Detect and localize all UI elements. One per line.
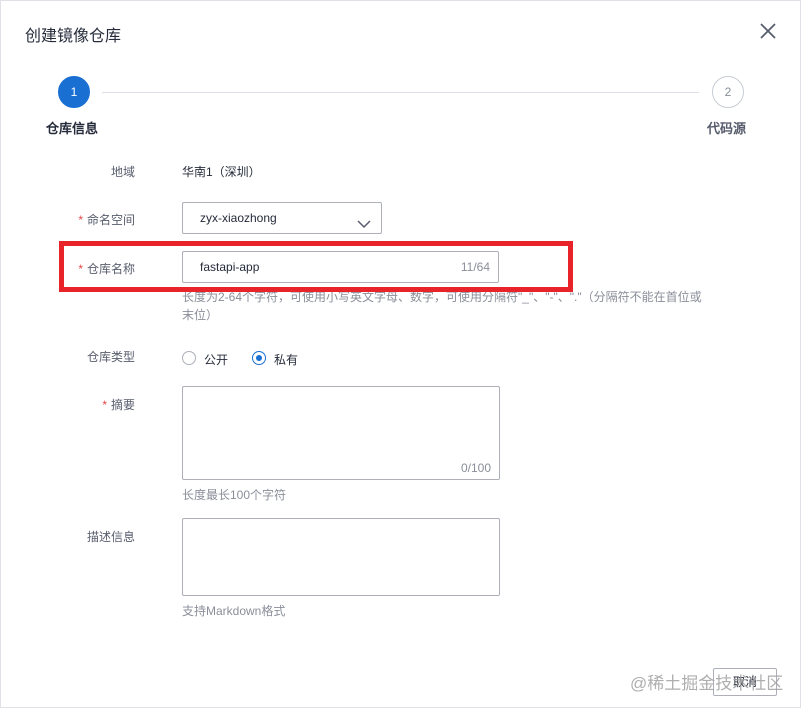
namespace-label: * 命名空间 (78, 213, 135, 227)
description-label: 描述信息 (86, 530, 135, 544)
radio-public-label[interactable]: 公开 (204, 351, 228, 368)
create-repo-dialog: 创建镜像仓库 1 2 仓库信息 代码源 地域 华南1（深圳） * 命名空间 zyx… (0, 0, 801, 708)
repo-name-value: fastapi-app (200, 260, 260, 274)
required-mark: * (78, 262, 83, 276)
repo-type-label: 仓库类型 (86, 350, 135, 364)
radio-public[interactable] (182, 351, 196, 365)
summary-textarea[interactable]: 0/100 (182, 386, 500, 480)
description-textarea[interactable] (182, 518, 500, 596)
summary-hint: 长度最长100个字符 (182, 488, 287, 502)
required-mark: * (78, 213, 83, 227)
step-1-indicator: 1 (58, 76, 90, 108)
summary-label: * 摘要 (102, 398, 135, 412)
namespace-select[interactable]: zyx-xiaozhong (182, 202, 382, 234)
close-icon[interactable] (758, 21, 778, 41)
step-1-label: 仓库信息 (46, 121, 99, 136)
namespace-value: zyx-xiaozhong (200, 211, 277, 225)
required-mark: * (102, 398, 107, 412)
repo-name-char-count: 11/64 (460, 260, 490, 274)
repo-name-input[interactable]: fastapi-app 11/64 (182, 251, 499, 283)
summary-char-count: 0/100 (460, 461, 491, 475)
cancel-button[interactable]: 取消 (713, 668, 777, 696)
description-hint: 支持Markdown格式 (182, 604, 286, 618)
dialog-title: 创建镜像仓库 (25, 28, 122, 45)
region-label: 地域 (110, 165, 135, 179)
stepper-line (102, 92, 699, 93)
step-2-label: 代码源 (707, 121, 747, 136)
region-value: 华南1（深圳） (182, 165, 261, 179)
step-2-indicator: 2 (712, 76, 744, 108)
repo-name-label: * 仓库名称 (78, 262, 135, 276)
radio-private-label[interactable]: 私有 (274, 351, 298, 368)
radio-private[interactable] (252, 351, 266, 365)
repo-name-hint: 长度为2-64个字符，可使用小写英文字母、数字，可使用分隔符"_"、"-"、".… (182, 290, 702, 322)
chevron-down-icon (357, 212, 371, 229)
